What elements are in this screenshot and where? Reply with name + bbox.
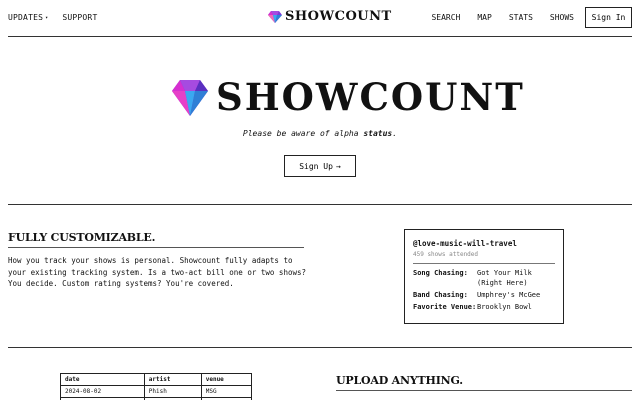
profile-row-value: Brooklyn Bowl — [477, 303, 532, 311]
nav-updates[interactable]: UPDATES ▾ — [8, 13, 48, 22]
showcount-gem-icon — [172, 80, 208, 116]
profile-row-value: Umphrey's McGee — [477, 291, 541, 299]
profile-row: Band Chasing: Umphrey's McGee — [413, 290, 555, 300]
sign-up-label: Sign Up — [299, 161, 333, 171]
customizable-heading: FULLY CUSTOMIZABLE. — [8, 231, 156, 244]
nav-support[interactable]: SUPPORT — [62, 13, 97, 22]
nav-left: UPDATES ▾ SUPPORT — [8, 13, 97, 22]
profile-row-key: Song Chasing: — [413, 269, 468, 277]
hero-logo: SHOWCOUNT — [172, 77, 525, 117]
nav-map[interactable]: MAP — [477, 13, 491, 22]
sign-up-button[interactable]: Sign Up → — [284, 155, 356, 177]
section-divider — [8, 204, 632, 205]
profile-row-value: Got Your Milk (Right Here) — [477, 269, 532, 287]
column-header-date: date — [60, 373, 145, 386]
nav-support-label: SUPPORT — [62, 13, 98, 22]
caret-down-icon: ▾ — [45, 14, 49, 21]
column-header-artist: artist — [143, 373, 202, 386]
table-cell-venue: MSG — [200, 385, 253, 398]
nav-updates-label: UPDATES — [8, 13, 44, 22]
brand-name: SHOWCOUNT — [285, 9, 392, 24]
column-header-venue: venue — [200, 373, 253, 386]
hero-title: SHOWCOUNT — [216, 75, 525, 119]
shows-table: date artist venue 2024-08-02 Phish MSG — [60, 373, 253, 400]
profile-row: Song Chasing: Got Your Milk (Right Here) — [413, 268, 555, 288]
brand-home-link[interactable]: SHOWCOUNT — [268, 9, 392, 24]
profile-card: @love-music-will-travel 459 shows attend… — [404, 229, 564, 324]
profile-row: Favorite Venue: Brooklyn Bowl — [413, 302, 555, 312]
nav-shows[interactable]: SHOWS — [550, 13, 574, 22]
table-row: 2024-08-02 Phish MSG — [60, 385, 253, 398]
arrow-right-icon: → — [335, 161, 341, 171]
nav-search[interactable]: SEARCH — [431, 13, 460, 22]
alpha-notice-prefix: Please be aware of alpha — [242, 129, 364, 138]
upload-heading: UPLOAD ANYTHING. — [336, 374, 463, 387]
nav-stats[interactable]: STATS — [509, 13, 533, 22]
top-nav: UPDATES ▾ SUPPORT SHOWCOUNT SEARCH MAP S… — [0, 0, 640, 37]
nav-right: SEARCH MAP STATS SHOWS — [431, 13, 574, 22]
sign-in-button[interactable]: Sign In — [585, 7, 632, 28]
profile-divider — [413, 263, 555, 264]
alpha-notice: Please be aware of alpha status. — [0, 129, 640, 138]
table-cell-artist: Phish — [143, 385, 202, 398]
profile-shows-attended: 459 shows attended — [413, 251, 479, 258]
customizable-description: How you track your shows is personal. Sh… — [8, 256, 307, 288]
profile-handle: @love-music-will-travel — [413, 239, 517, 248]
profile-row-key: Favorite Venue: — [413, 303, 477, 311]
section-divider — [8, 347, 632, 348]
profile-row-key: Band Chasing: — [413, 291, 468, 299]
upload-underline — [336, 390, 632, 391]
table-header-row: date artist venue — [60, 373, 253, 386]
table-cell-date: 2024-08-02 — [60, 385, 145, 398]
header-divider — [8, 36, 632, 37]
alpha-status-link[interactable]: status — [363, 129, 392, 138]
customizable-underline — [8, 247, 304, 248]
showcount-gem-icon — [268, 11, 282, 23]
alpha-notice-suffix: . — [392, 129, 398, 138]
